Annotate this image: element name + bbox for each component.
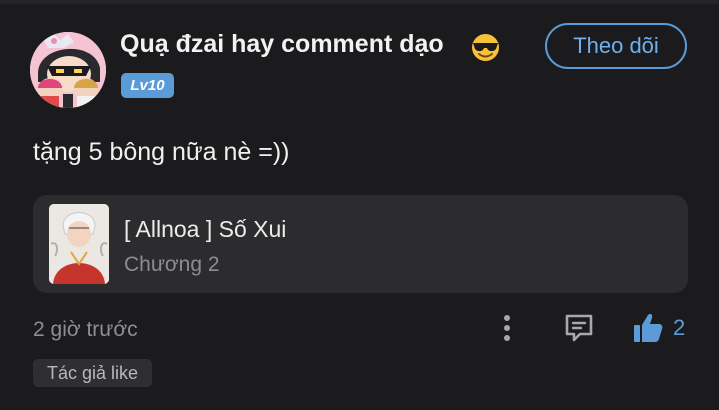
thumbs-up-icon: [634, 314, 663, 342]
story-card[interactable]: [ Allnoa ] Số Xui Chương 2: [33, 195, 688, 293]
more-options-button[interactable]: [494, 310, 520, 346]
level-badge: Lv10: [121, 73, 174, 98]
like-count: 2: [673, 315, 686, 340]
story-title[interactable]: [ Allnoa ] Số Xui: [124, 216, 286, 243]
reply-comment-icon: [565, 314, 593, 342]
more-vertical-icon: [504, 315, 510, 341]
like-button[interactable]: 2: [632, 310, 692, 346]
reply-button[interactable]: [561, 311, 597, 345]
top-divider: [0, 0, 719, 4]
username[interactable]: Quạ đzai hay comment dạo: [120, 30, 444, 59]
author-liked-tag: Tác giả like: [33, 359, 152, 387]
story-chapter: Chương 2: [124, 253, 220, 276]
user-avatar[interactable]: [30, 32, 106, 108]
story-thumbnail: [49, 204, 109, 284]
comment-timestamp: 2 giờ trước: [33, 318, 138, 341]
comment-text: tặng 5 bông nữa nè =)): [33, 138, 290, 166]
follow-button[interactable]: Theo dõi: [545, 23, 687, 69]
sunglasses-emoji-icon: [470, 33, 501, 62]
